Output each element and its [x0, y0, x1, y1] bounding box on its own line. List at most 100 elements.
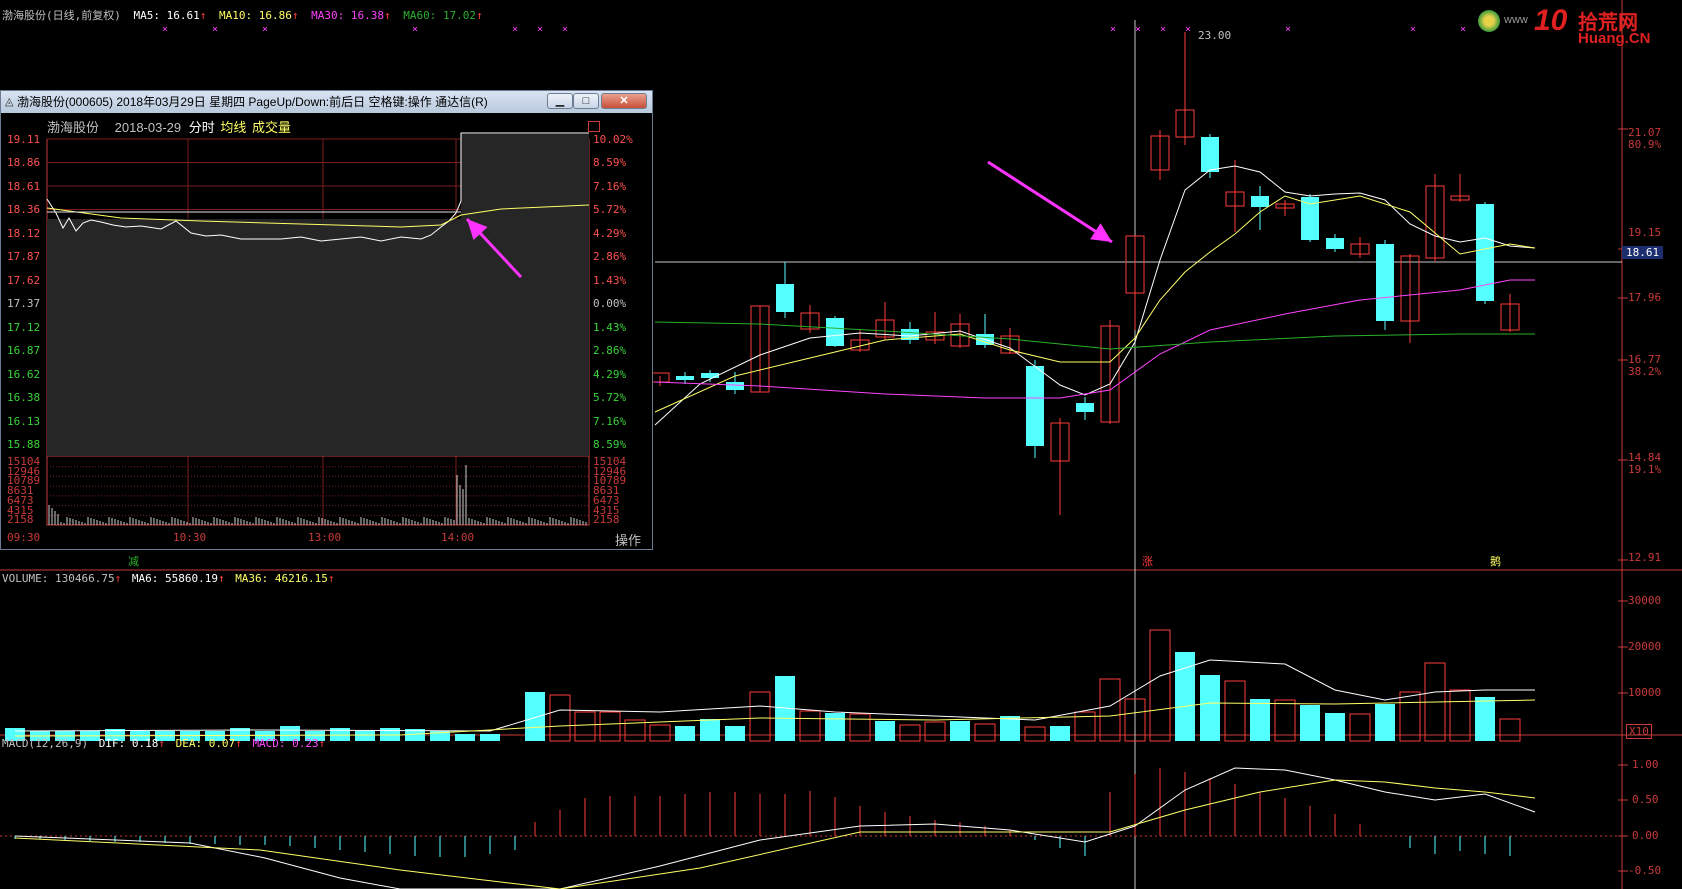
macd-value: MACD: 0.23: [252, 737, 319, 750]
volume-axis-label: 20000: [1628, 640, 1662, 653]
event-x-marker: ×: [1285, 24, 1291, 35]
intraday-pct-label: 0.00%: [593, 297, 627, 311]
volume-ma36: MA36: 46216.15: [235, 572, 328, 585]
candle-body-down: [1026, 366, 1044, 446]
intraday-pct-label: 7.16%: [593, 414, 627, 428]
event-x-marker: ×: [537, 24, 543, 35]
volume-bar-down: [1300, 705, 1320, 741]
macd-axis-label: 0.00: [1632, 829, 1659, 842]
volume-bar-down: [700, 719, 720, 741]
intraday-price-label: 15.88: [7, 438, 41, 452]
macd-axis-label: 1.00: [1632, 758, 1659, 771]
intraday-price-label: 18.61: [7, 179, 41, 193]
intraday-pct-label: 10.02%: [593, 133, 633, 146]
intraday-price-label: 19.11: [7, 133, 41, 146]
macd-dea-line: [14, 779, 1536, 889]
intraday-price-label: 18.86: [7, 156, 41, 170]
volume-bar-down: [455, 734, 475, 741]
intraday-pct-label: 4.29%: [593, 226, 627, 240]
reduce-marker: 减: [128, 556, 139, 568]
event-x-marker: ×: [1160, 24, 1166, 35]
intraday-popup-window[interactable]: ◬ 渤海股份(000605) 2018年03月29日 星期四 PageUp/Do…: [0, 90, 653, 550]
macd-up-arrow: ↑: [318, 737, 326, 750]
price-axis-label: 80.9%: [1628, 138, 1662, 151]
intraday-price-label: 16.38: [7, 391, 41, 405]
ma6-up-arrow: ↑: [217, 572, 225, 585]
volume-axis-label: 10000: [1628, 686, 1662, 699]
intraday-volume-label: 2158: [7, 513, 34, 527]
intraday-pct-label: 4.29%: [593, 367, 627, 381]
volume-bar-up: [899, 724, 921, 742]
rise-marker: 涨: [1142, 556, 1153, 568]
kline-title: 渤海股份(日线,前复权): [2, 9, 121, 22]
intraday-volume-label: 2158: [593, 513, 620, 527]
ma36-up-arrow: ↑: [327, 572, 335, 585]
candle-body-down: [1326, 238, 1344, 249]
volume-bar-up: [799, 710, 821, 742]
ma60-value: MA60: 17.02: [403, 9, 477, 22]
volume-bar-up: [749, 691, 771, 742]
macd-label: MACD(12,26,9): [2, 737, 89, 750]
event-x-marker: ×: [262, 24, 268, 35]
event-x-marker: ×: [1135, 24, 1141, 35]
volume-bar-down: [1250, 699, 1270, 741]
volume-bar-up: [974, 723, 996, 742]
price-axis-label: 19.1%: [1628, 463, 1662, 476]
price-axis-label: 12.91: [1628, 551, 1662, 564]
intraday-pct-label: 7.16%: [593, 179, 627, 193]
intraday-pct-label: 8.59%: [593, 438, 627, 452]
logo-number: 10: [1534, 4, 1568, 37]
intraday-chart[interactable]: [1, 91, 652, 549]
candle-body-down: [776, 284, 794, 312]
volume-bar-up: [1224, 680, 1246, 742]
event-x-marker: ×: [1410, 24, 1416, 35]
event-marker: 鹅: [1490, 556, 1501, 568]
volume-bar-up: [1399, 691, 1421, 742]
volume-bar-up: [574, 711, 596, 742]
volume-up-arrow: ↑: [114, 572, 122, 585]
intraday-price-label: 17.37: [7, 297, 41, 311]
intraday-pct-label: 2.86%: [593, 344, 627, 358]
intraday-time-label: 14:00: [441, 531, 475, 544]
volume-bar-up: [924, 721, 946, 742]
volume-bar-down: [950, 721, 970, 741]
intraday-pct-label: 8.59%: [593, 156, 627, 170]
action-button[interactable]: 操作: [615, 530, 641, 549]
ma30-value: MA30: 16.38: [311, 9, 384, 22]
intraday-time-label: 13:00: [308, 531, 342, 544]
macd-axis-label: 0.50: [1632, 793, 1659, 806]
candle-body-down: [1251, 196, 1269, 207]
volume-header: VOLUME: 130466.75↑ MA6: 55860.19↑ MA36: …: [2, 572, 335, 585]
volume-bar-up: [1499, 718, 1521, 742]
intraday-pct-label: 5.72%: [593, 391, 627, 405]
site-logo: www 10 拾荒网 Huang.CN: [1478, 4, 1678, 52]
macd-dif: DIF: 0.18: [98, 737, 159, 750]
intraday-price-label: 18.12: [7, 226, 41, 240]
ma10-up-arrow: ↑: [291, 9, 299, 22]
intraday-price-label: 17.62: [7, 273, 41, 287]
volume-bar-down: [1475, 697, 1495, 741]
candle-body-down: [1076, 403, 1094, 412]
volume-bar-down: [875, 721, 895, 741]
candle-body-down: [1201, 137, 1219, 172]
volume-axis-label: 30000: [1628, 594, 1662, 607]
intraday-time-label: 09:30: [7, 531, 41, 544]
intraday-price-label: 16.62: [7, 367, 41, 381]
volume-bar-up: [1099, 678, 1121, 742]
candle-body-down: [726, 382, 744, 390]
macd-header: MACD(12,26,9) DIF: 0.18↑ DEA: 0.07↑ MACD…: [2, 737, 325, 750]
volume-bar-down: [1050, 726, 1070, 741]
volume-bar-up: [649, 724, 671, 742]
volume-bar-up: [1149, 629, 1171, 742]
volume-bar-down: [1325, 713, 1345, 741]
volume-bar-down: [355, 731, 375, 741]
event-x-marker: ×: [1460, 24, 1466, 35]
event-x-marker: ×: [212, 24, 218, 35]
current-price-tag: 18.61: [1622, 246, 1664, 259]
globe-icon: [1478, 10, 1500, 32]
macd-dif-line: [14, 767, 1536, 889]
high-price-label: 23.00: [1198, 29, 1232, 42]
event-x-marker: ×: [412, 24, 418, 35]
candle-body-down: [826, 318, 844, 346]
volume-bar-up: [1449, 689, 1471, 742]
